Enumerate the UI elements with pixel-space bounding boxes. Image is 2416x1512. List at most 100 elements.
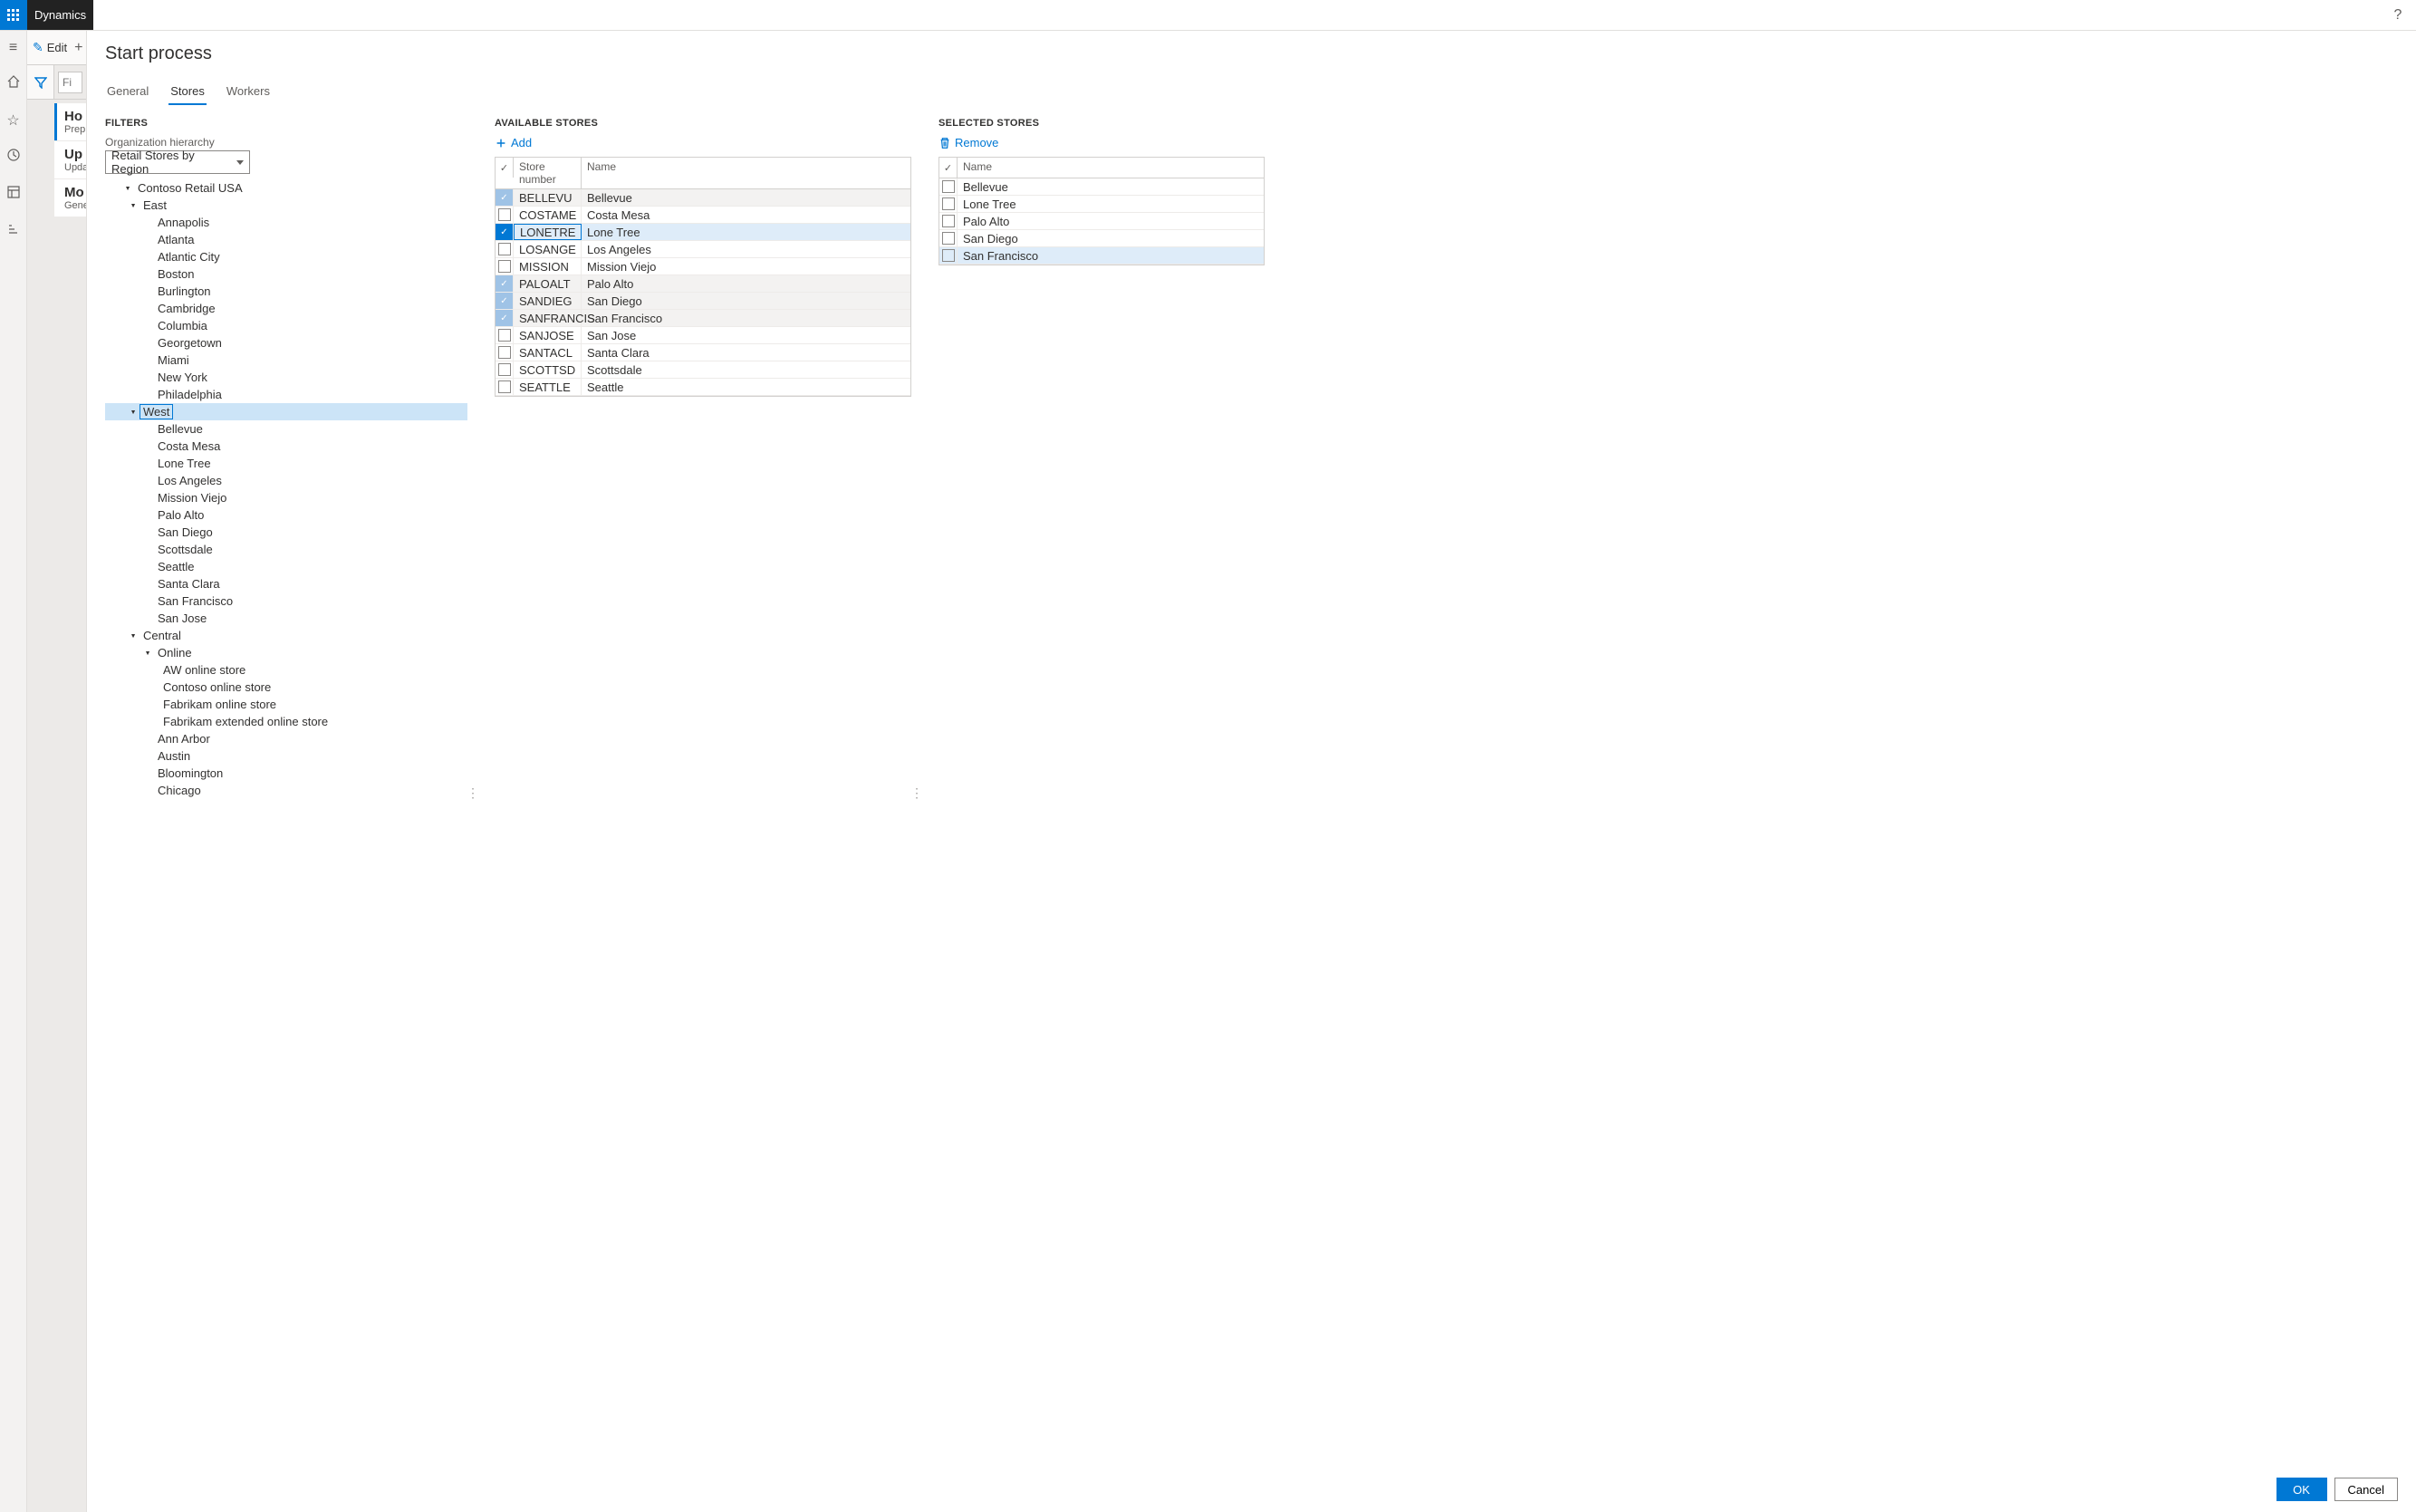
row-checkbox[interactable]: [498, 312, 511, 324]
nav-menu-icon[interactable]: ≡: [9, 40, 17, 56]
nav-workspace-icon[interactable]: [6, 185, 21, 204]
tree-node[interactable]: Fabrikam extended online store: [105, 713, 467, 730]
col-store-number[interactable]: Store number: [514, 158, 582, 188]
tree-toggle-icon[interactable]: ▲: [127, 632, 140, 639]
row-checkbox[interactable]: [498, 243, 511, 255]
tree-node[interactable]: ▲East: [105, 197, 467, 214]
tree-node[interactable]: Lone Tree: [105, 455, 467, 472]
tree-node[interactable]: Santa Clara: [105, 575, 467, 592]
tree-node[interactable]: ▲Central: [105, 627, 467, 644]
available-row[interactable]: MISSIONMission Viejo: [496, 258, 910, 275]
tree-toggle-icon[interactable]: ▲: [121, 185, 134, 191]
tree-node[interactable]: Chicago: [105, 782, 467, 799]
row-checkbox[interactable]: [498, 226, 511, 238]
add-button[interactable]: Add: [495, 134, 911, 157]
available-row[interactable]: SANDIEGSan Diego: [496, 293, 910, 310]
tree-node[interactable]: Cambridge: [105, 300, 467, 317]
available-row[interactable]: PALOALTPalo Alto: [496, 275, 910, 293]
nav-home-icon[interactable]: [6, 74, 21, 93]
tree-node[interactable]: San Jose: [105, 610, 467, 627]
row-checkbox[interactable]: [942, 232, 955, 245]
tree-node[interactable]: Scottsdale: [105, 541, 467, 558]
splitter-left[interactable]: [467, 118, 478, 1469]
selected-row[interactable]: Lone Tree: [939, 196, 1264, 213]
tree-node[interactable]: Austin: [105, 747, 467, 765]
bg-list-item[interactable]: UpUpda: [54, 141, 86, 178]
tab-workers[interactable]: Workers: [225, 79, 272, 105]
tree-node[interactable]: Burlington: [105, 283, 467, 300]
tree-node[interactable]: Costa Mesa: [105, 438, 467, 455]
col-store-name[interactable]: Name: [582, 158, 910, 188]
waffle-icon[interactable]: [0, 0, 27, 30]
remove-button[interactable]: Remove: [938, 134, 1265, 157]
tree-node[interactable]: Atlantic City: [105, 248, 467, 265]
tree-node[interactable]: Los Angeles: [105, 472, 467, 489]
row-checkbox[interactable]: [942, 215, 955, 227]
tree-node[interactable]: San Diego: [105, 524, 467, 541]
tree-node[interactable]: Fabrikam online store: [105, 696, 467, 713]
tree-node[interactable]: Contoso online store: [105, 679, 467, 696]
row-checkbox[interactable]: [498, 346, 511, 359]
tree-node[interactable]: New York: [105, 369, 467, 386]
nav-favorites-icon[interactable]: ☆: [6, 111, 19, 130]
tree-node[interactable]: Bellevue: [105, 420, 467, 438]
row-checkbox[interactable]: [498, 260, 511, 273]
tree-node[interactable]: AW online store: [105, 661, 467, 679]
tree-node[interactable]: Atlanta: [105, 231, 467, 248]
selected-row[interactable]: Bellevue: [939, 178, 1264, 196]
edit-label[interactable]: Edit: [47, 41, 67, 54]
available-row[interactable]: LOSANGELos Angeles: [496, 241, 910, 258]
select-all-checkbox[interactable]: [939, 158, 958, 178]
help-icon[interactable]: ?: [2380, 0, 2416, 30]
tab-general[interactable]: General: [105, 79, 150, 105]
tree-node[interactable]: Columbia: [105, 317, 467, 334]
tree-node[interactable]: Philadelphia: [105, 386, 467, 403]
selected-row[interactable]: San Diego: [939, 230, 1264, 247]
available-row[interactable]: LONETRELone Tree: [496, 224, 910, 241]
splitter-right[interactable]: [911, 118, 922, 1469]
tree-node[interactable]: Bloomington: [105, 765, 467, 782]
row-checkbox[interactable]: [498, 208, 511, 221]
available-row[interactable]: BELLEVUBellevue: [496, 189, 910, 207]
tree-node[interactable]: Miami: [105, 352, 467, 369]
tree-node[interactable]: Annapolis: [105, 214, 467, 231]
pencil-icon[interactable]: ✎: [33, 40, 43, 55]
row-checkbox[interactable]: [498, 277, 511, 290]
tree-node[interactable]: Palo Alto: [105, 506, 467, 524]
row-checkbox[interactable]: [942, 180, 955, 193]
selected-row[interactable]: San Francisco: [939, 247, 1264, 265]
available-row[interactable]: COSTAMECosta Mesa: [496, 207, 910, 224]
ok-button[interactable]: OK: [2276, 1478, 2327, 1501]
tree-node[interactable]: Georgetown: [105, 334, 467, 352]
tree-node[interactable]: Ann Arbor: [105, 730, 467, 747]
tree-node[interactable]: San Francisco: [105, 592, 467, 610]
row-checkbox[interactable]: [498, 294, 511, 307]
tab-stores[interactable]: Stores: [168, 79, 207, 105]
org-hierarchy-select[interactable]: Retail Stores by Region: [105, 150, 250, 174]
available-row[interactable]: SANFRANCISSan Francisco: [496, 310, 910, 327]
available-row[interactable]: SCOTTSDScottsdale: [496, 361, 910, 379]
cancel-button[interactable]: Cancel: [2334, 1478, 2398, 1501]
available-row[interactable]: SANJOSESan Jose: [496, 327, 910, 344]
row-checkbox[interactable]: [942, 249, 955, 262]
row-checkbox[interactable]: [942, 197, 955, 210]
nav-recent-icon[interactable]: [6, 148, 21, 167]
tree-toggle-icon[interactable]: ▲: [141, 650, 154, 656]
selected-row[interactable]: Palo Alto: [939, 213, 1264, 230]
row-checkbox[interactable]: [498, 191, 511, 204]
tree-toggle-icon[interactable]: ▲: [127, 409, 140, 415]
tree-node[interactable]: ▲Contoso Retail USA: [105, 179, 467, 197]
row-checkbox[interactable]: [498, 380, 511, 393]
row-checkbox[interactable]: [498, 329, 511, 342]
available-row[interactable]: SEATTLESeattle: [496, 379, 910, 396]
filter-icon[interactable]: [27, 65, 54, 99]
tree-node[interactable]: ▲West: [105, 403, 467, 420]
tree-toggle-icon[interactable]: ▲: [127, 202, 140, 208]
tree-node[interactable]: Mission Viejo: [105, 489, 467, 506]
col-name[interactable]: Name: [958, 158, 1264, 178]
tree-node[interactable]: Boston: [105, 265, 467, 283]
org-tree[interactable]: ▲Contoso Retail USA▲EastAnnapolisAtlanta…: [105, 179, 467, 1469]
row-checkbox[interactable]: [498, 363, 511, 376]
plus-icon[interactable]: +: [74, 40, 82, 56]
tree-node[interactable]: ▲Online: [105, 644, 467, 661]
